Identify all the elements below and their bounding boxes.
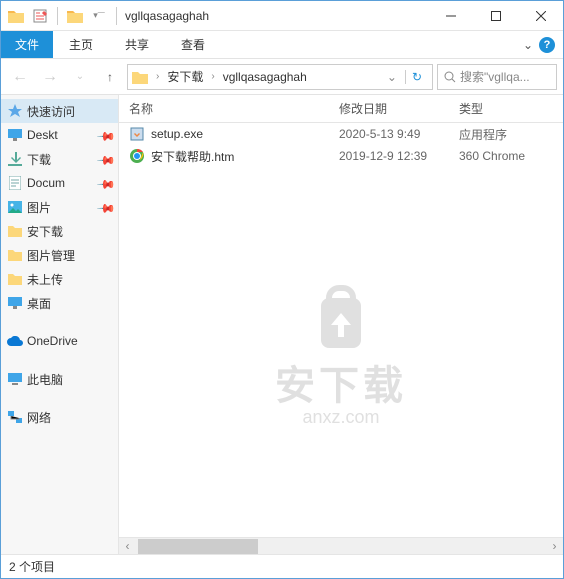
- file-date: 2019-12-9 12:39: [339, 149, 459, 163]
- refresh-icon[interactable]: ↻: [405, 70, 428, 84]
- installer-icon: [129, 126, 145, 142]
- sidebar-item-folder[interactable]: 安下载: [1, 219, 118, 243]
- tab-share[interactable]: 共享: [109, 31, 165, 58]
- nav-recent-dropdown[interactable]: ⌄: [67, 64, 93, 90]
- chevron-right-icon[interactable]: ›: [207, 71, 218, 82]
- address-bar: ← → ⌄ ↑ › 安下载 › vgllqasagaghah ⌄ ↻ 搜索"vg…: [1, 59, 563, 95]
- download-icon: [7, 151, 23, 167]
- address-dropdown-icon[interactable]: ⌄: [381, 70, 403, 84]
- sidebar-item-folder[interactable]: 图片管理: [1, 243, 118, 267]
- pictures-icon: [7, 199, 23, 215]
- sidebar-item-desktop[interactable]: Deskt 📌: [1, 123, 118, 147]
- desktop-icon: [7, 127, 23, 143]
- folder-icon: [66, 7, 84, 25]
- crumb-item[interactable]: 安下载: [165, 68, 205, 85]
- close-button[interactable]: [518, 1, 563, 30]
- network-icon: [7, 409, 23, 425]
- sidebar-item-pictures[interactable]: 图片 📌: [1, 195, 118, 219]
- folder-icon: [7, 271, 23, 287]
- folder-icon: [7, 247, 23, 263]
- search-placeholder: 搜索"vgllqa...: [460, 68, 530, 85]
- ribbon-expand-icon[interactable]: ⌄: [523, 38, 533, 52]
- file-name: 安下载帮助.htm: [151, 148, 234, 165]
- title-bar: ▾— vgllqasagaghah: [1, 1, 563, 31]
- sidebar: 快速访问 Deskt 📌 下载 📌 Docum 📌: [1, 95, 119, 554]
- separator: [116, 7, 117, 25]
- column-headers: 名称 修改日期 类型: [119, 95, 563, 123]
- status-text: 2 个项目: [9, 558, 55, 575]
- folder-icon: [7, 7, 25, 25]
- crumb-item[interactable]: vgllqasagaghah: [221, 70, 309, 84]
- breadcrumb[interactable]: › 安下载 › vgllqasagaghah ⌄ ↻: [127, 64, 433, 90]
- column-name[interactable]: 名称: [119, 100, 339, 117]
- tab-home[interactable]: 主页: [53, 31, 109, 58]
- tab-file[interactable]: 文件: [1, 31, 53, 58]
- folder-icon: [132, 70, 148, 84]
- folder-icon: [7, 223, 23, 239]
- horizontal-scrollbar[interactable]: ‹ ›: [119, 537, 563, 554]
- tab-view[interactable]: 查看: [165, 31, 221, 58]
- nav-back-button[interactable]: ←: [7, 64, 33, 90]
- column-type[interactable]: 类型: [459, 100, 563, 117]
- search-input[interactable]: 搜索"vgllqa...: [437, 64, 557, 90]
- pin-icon: 📌: [98, 127, 115, 144]
- scroll-right-icon[interactable]: ›: [546, 538, 563, 555]
- scroll-thumb[interactable]: [138, 539, 258, 554]
- scroll-left-icon[interactable]: ‹: [119, 538, 136, 555]
- sidebar-onedrive[interactable]: OneDrive: [1, 329, 118, 353]
- file-pane: 名称 修改日期 类型 setup.exe 2020-5-13 9:49 应用程序: [119, 95, 563, 554]
- nav-forward-button[interactable]: →: [37, 64, 63, 90]
- file-date: 2020-5-13 9:49: [339, 127, 459, 141]
- status-bar: 2 个项目: [1, 554, 563, 578]
- nav-up-button[interactable]: ↑: [97, 64, 123, 90]
- file-type: 360 Chrome: [459, 149, 563, 163]
- sidebar-item-desktop2[interactable]: 桌面: [1, 291, 118, 315]
- qat-dropdown-icon[interactable]: ▾—: [90, 7, 108, 25]
- sidebar-network[interactable]: 网络: [1, 405, 118, 429]
- maximize-button[interactable]: [473, 1, 518, 30]
- sidebar-this-pc[interactable]: 此电脑: [1, 367, 118, 391]
- separator: [57, 7, 58, 25]
- chevron-right-icon[interactable]: ›: [152, 71, 163, 82]
- ribbon: 文件 主页 共享 查看 ⌄ ?: [1, 31, 563, 59]
- file-type: 应用程序: [459, 126, 563, 143]
- document-icon: [7, 175, 23, 191]
- sidebar-quick-access[interactable]: 快速访问: [1, 99, 118, 123]
- sidebar-item-documents[interactable]: Docum 📌: [1, 171, 118, 195]
- pin-icon: 📌: [98, 199, 115, 216]
- watermark: 安下载 anxz.com: [275, 283, 407, 428]
- help-icon[interactable]: ?: [539, 37, 555, 53]
- minimize-button[interactable]: [428, 1, 473, 30]
- window-title: vgllqasagaghah: [119, 9, 428, 23]
- pc-icon: [7, 371, 23, 387]
- file-row[interactable]: 安下载帮助.htm 2019-12-9 12:39 360 Chrome: [119, 145, 563, 167]
- column-date[interactable]: 修改日期: [339, 100, 459, 117]
- search-icon: [444, 71, 456, 83]
- chrome-icon: [129, 148, 145, 164]
- onedrive-icon: [7, 333, 23, 349]
- file-row[interactable]: setup.exe 2020-5-13 9:49 应用程序: [119, 123, 563, 145]
- file-name: setup.exe: [151, 127, 203, 141]
- pin-icon: 📌: [98, 151, 115, 168]
- pin-icon: 📌: [98, 175, 115, 192]
- sidebar-item-downloads[interactable]: 下载 📌: [1, 147, 118, 171]
- properties-icon[interactable]: [31, 7, 49, 25]
- star-icon: [7, 103, 23, 119]
- sidebar-item-folder[interactable]: 未上传: [1, 267, 118, 291]
- desktop-icon: [7, 295, 23, 311]
